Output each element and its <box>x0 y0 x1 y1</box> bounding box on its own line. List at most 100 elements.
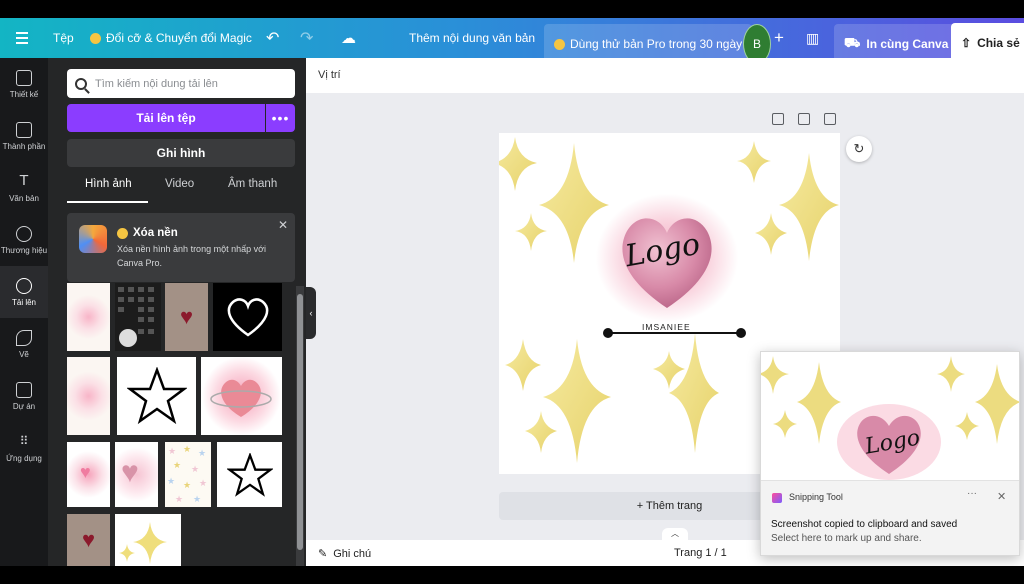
upload-thumbnail[interactable] <box>117 357 196 435</box>
lock-icon[interactable] <box>772 113 784 125</box>
upload-thumbnail[interactable] <box>201 357 282 435</box>
file-menu[interactable]: Tệp <box>53 18 74 58</box>
undo-icon[interactable]: ↶ <box>266 18 279 58</box>
svg-text:★: ★ <box>173 461 181 471</box>
add-page-icon[interactable] <box>824 113 836 125</box>
upload-thumbnail[interactable]: ♥ <box>165 283 208 351</box>
magic-resize-button[interactable]: Đổi cỡ & Chuyển đổi Magic <box>90 18 252 58</box>
top-toolbar: Tệp Đổi cỡ & Chuyển đổi Magic ↶ ↷ ☁ Thêm… <box>0 18 1024 64</box>
tab-video[interactable]: Video <box>165 178 194 200</box>
sidebar-item-elements[interactable]: Thành phần <box>0 110 48 162</box>
chevron-up-icon[interactable]: ︿ <box>662 528 688 540</box>
tab-images[interactable]: Hình ảnh <box>85 178 132 200</box>
background-remover-promo[interactable]: Xóa nền Xóa nền hình ảnh trong một nhấp … <box>67 213 295 282</box>
star-outline-icon <box>126 367 187 425</box>
active-tab-indicator <box>67 201 148 203</box>
record-button[interactable]: Ghi hình <box>67 139 295 167</box>
upload-thumbnail[interactable] <box>67 357 110 435</box>
analytics-icon[interactable]: ▥ <box>806 18 819 58</box>
sidebar-item-brand[interactable]: Thương hiệu <box>0 214 48 266</box>
tab-audio[interactable]: Âm thanh <box>228 178 277 200</box>
sidebar-item-text[interactable]: T Văn bản <box>0 162 48 214</box>
folder-icon <box>16 381 32 398</box>
upload-thumbnail[interactable]: ★ ★ ★ ★ ★ ★ ★ ★ ★ ★ <box>165 442 211 507</box>
promo-description: Xóa nền hình ảnh trong một nhấp với Canv… <box>117 244 267 268</box>
snipping-tool-notification[interactable]: Logo Snipping Tool ··· ✕ Screenshot copi… <box>760 351 1020 556</box>
sidebar-item-apps[interactable]: ⠿ Ứng dụng <box>0 422 48 474</box>
notification-body[interactable]: Snipping Tool ··· ✕ Screenshot copied to… <box>761 480 1019 555</box>
svg-text:★: ★ <box>198 449 206 459</box>
preview-sparkles <box>761 356 1019 480</box>
notification-text: Select here to mark up and share. <box>771 533 922 544</box>
crown-icon <box>117 227 128 239</box>
position-button[interactable]: Vị trí <box>318 69 341 81</box>
add-collaborator-icon[interactable]: + <box>774 18 784 58</box>
redo-icon[interactable]: ↷ <box>300 18 313 58</box>
upload-thumbnail[interactable] <box>217 442 282 507</box>
upload-thumbnail[interactable] <box>67 283 110 351</box>
menu-icon[interactable] <box>14 18 30 58</box>
text-icon: T <box>19 171 29 189</box>
sidebar-item-projects[interactable]: Dự án <box>0 370 48 422</box>
close-icon[interactable]: ✕ <box>997 490 1006 503</box>
share-upload-icon: ⇧ <box>961 36 972 50</box>
upload-thumbnail[interactable]: ♥ <box>67 514 110 566</box>
screenshot-preview[interactable]: Logo <box>761 352 1019 480</box>
upload-thumbnail[interactable] <box>115 514 181 566</box>
svg-text:★: ★ <box>175 495 183 505</box>
search-box[interactable] <box>67 69 295 98</box>
sidebar-item-uploads[interactable]: Tải lên <box>0 266 48 318</box>
sidebar-item-label: Văn bản <box>9 193 39 203</box>
screen-top-edge <box>0 0 1024 18</box>
sidebar-item-label: Ứng dụng <box>6 453 42 463</box>
more-options-icon[interactable]: ··· <box>967 488 977 499</box>
upload-thumbnail[interactable]: ♥ <box>115 442 158 507</box>
snipping-tool-icon <box>772 493 782 503</box>
character-grid-image <box>118 287 154 347</box>
duplicate-icon[interactable] <box>798 113 810 125</box>
notification-app-name: Snipping Tool <box>789 492 843 502</box>
line-endpoint-handle[interactable] <box>736 328 746 338</box>
sidebar-item-label: Dự án <box>12 401 36 411</box>
brand-icon <box>16 225 32 242</box>
upload-thumbnail[interactable] <box>213 283 282 351</box>
layout-icon <box>16 69 32 86</box>
magic-resize-label: Đổi cỡ & Chuyển đổi Magic <box>106 31 252 45</box>
brand-name-text[interactable]: IMSANIEE <box>642 322 691 332</box>
regenerate-icon[interactable]: ↻ <box>846 136 872 162</box>
document-title[interactable]: Thêm nội dung văn bản <box>409 18 535 58</box>
heart-icon: ♥ <box>179 304 194 329</box>
svg-text:★: ★ <box>199 479 207 489</box>
notes-button[interactable]: ✎ Ghi chú <box>318 547 371 561</box>
editor-context-bar: Vị trí <box>306 58 1024 93</box>
heart-icon: ♥ <box>80 462 91 482</box>
uploads-panel: Tải lên tệp ••• Ghi hình Hình ảnh Video … <box>48 58 306 566</box>
sidebar-item-label: Vẽ <box>19 349 29 359</box>
upload-more-options-icon[interactable]: ••• <box>266 104 295 132</box>
share-label: Chia sẻ <box>977 36 1020 50</box>
close-icon[interactable]: ✕ <box>278 218 288 232</box>
upload-thumbnail[interactable]: ♥ <box>67 442 110 507</box>
collapse-panel-handle[interactable]: ‹ <box>306 287 316 339</box>
name-underline <box>607 332 741 334</box>
promo-title-text: Xóa nền <box>133 227 178 239</box>
search-input[interactable] <box>95 77 285 90</box>
svg-text:★: ★ <box>167 477 175 487</box>
line-endpoint-handle[interactable] <box>603 328 613 338</box>
search-icon <box>75 77 87 90</box>
heart-ring-image <box>210 379 272 417</box>
cloud-sync-icon[interactable]: ☁ <box>341 18 356 58</box>
svg-text:★: ★ <box>191 465 199 475</box>
panel-scrollbar-thumb[interactable] <box>297 294 303 550</box>
sidebar-item-label: Tải lên <box>11 297 36 307</box>
svg-text:★: ★ <box>193 495 201 505</box>
upload-thumbnail[interactable] <box>115 283 161 351</box>
share-button[interactable]: ⇧ Chia sẻ <box>951 23 1024 63</box>
upload-files-button[interactable]: Tải lên tệp <box>67 104 265 132</box>
crown-icon <box>90 32 101 44</box>
screen-bottom-edge <box>0 566 1024 584</box>
page-indicator[interactable]: Trang 1 / 1 <box>674 547 727 559</box>
sidebar-item-design[interactable]: Thiết kế <box>0 58 48 110</box>
sidebar-item-draw[interactable]: Vẽ <box>0 318 48 370</box>
print-label: In cùng Canva <box>866 37 949 51</box>
